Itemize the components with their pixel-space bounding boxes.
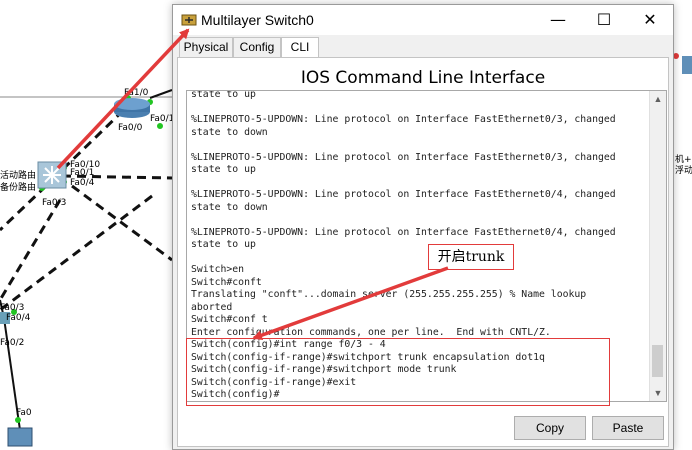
maximize-button[interactable]: ☐ bbox=[581, 5, 627, 35]
highlight-box bbox=[186, 338, 610, 406]
cli-heading: IOS Command Line Interface bbox=[300, 68, 546, 88]
console-line: Switch#conft bbox=[191, 276, 262, 288]
console-line: %LINEPROTO-5-UPDOWN: Line protocol on In… bbox=[191, 114, 616, 125]
switch-icon bbox=[181, 14, 197, 26]
console-line: %LINEPROTO-5-UPDOWN: Line protocol on In… bbox=[191, 151, 616, 163]
console-line: state to up bbox=[191, 239, 256, 250]
multilayer-switch-icon[interactable] bbox=[37, 161, 67, 189]
port-label: Fa0/4 bbox=[70, 178, 95, 188]
pc-icon[interactable] bbox=[7, 427, 33, 447]
tab-cli[interactable]: CLI bbox=[281, 37, 319, 58]
tab-config[interactable]: Config bbox=[233, 37, 281, 57]
minimize-button[interactable]: — bbox=[535, 5, 581, 35]
scroll-thumb[interactable] bbox=[652, 345, 663, 377]
port-label: Fa0/2 bbox=[0, 338, 25, 348]
device-note: 备份路由 bbox=[0, 183, 37, 193]
console-line: aborted bbox=[191, 301, 233, 313]
close-button[interactable]: ✕ bbox=[627, 5, 673, 35]
annotation-label: 开启trunk bbox=[428, 244, 514, 270]
console-line: %LINEPROTO-5-UPDOWN: Line protocol on In… bbox=[191, 226, 616, 238]
console-line: %LINEPROTO-5-UPDOWN: Line protocol on In… bbox=[191, 189, 616, 200]
title-bar[interactable]: Multilayer Switch0 — ☐ ✕ bbox=[173, 5, 673, 35]
right-device-icon[interactable] bbox=[673, 53, 692, 74]
port-label: Fa0/1 bbox=[150, 114, 175, 124]
port-label: Fa0/1 bbox=[70, 168, 95, 178]
console-line: state to up bbox=[191, 164, 256, 175]
console-line: Switch#conf t bbox=[191, 314, 268, 325]
device-note: 浮动 bbox=[675, 166, 692, 176]
scroll-up-icon[interactable]: ▲ bbox=[650, 91, 666, 107]
router-icon[interactable] bbox=[114, 98, 150, 118]
console-scrollbar[interactable]: ▲ ▼ bbox=[649, 91, 666, 401]
console-line: Translating "conft"...domain server (255… bbox=[191, 289, 587, 300]
tab-physical[interactable]: Physical bbox=[179, 37, 233, 57]
port-label: Fa0/3 bbox=[0, 303, 25, 313]
console-line: state to down bbox=[191, 126, 268, 138]
port-label: Fa0/0 bbox=[118, 123, 143, 133]
paste-button[interactable]: Paste bbox=[592, 416, 664, 440]
console-line: Switch>en bbox=[191, 264, 245, 275]
window-title: Multilayer Switch0 bbox=[201, 12, 314, 28]
console-line: state to down bbox=[191, 201, 268, 213]
port-label: Fa0/4 bbox=[6, 313, 31, 323]
port-label: Fa0 bbox=[16, 408, 32, 418]
port-label: Fa0/3 bbox=[42, 198, 67, 208]
console-line: state to up bbox=[191, 90, 256, 100]
scroll-down-icon[interactable]: ▼ bbox=[650, 385, 666, 401]
copy-button[interactable]: Copy bbox=[514, 416, 586, 440]
port-label: Fa1/0 bbox=[124, 88, 149, 98]
